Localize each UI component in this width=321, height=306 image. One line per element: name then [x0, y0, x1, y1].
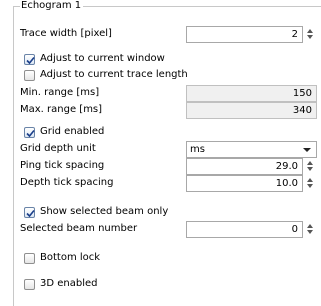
enabled-3d-label: 3D enabled: [40, 278, 98, 289]
spin-down-icon[interactable]: [307, 35, 313, 39]
depth-tick-spinner[interactable]: [306, 175, 316, 191]
adjust-window-checkbox[interactable]: [24, 53, 35, 65]
spin-up-icon[interactable]: [307, 29, 313, 33]
enabled-3d-checkbox-row[interactable]: 3D enabled: [24, 277, 98, 291]
selected-beam-input[interactable]: 0: [186, 221, 303, 238]
spin-down-icon[interactable]: [307, 184, 313, 188]
spin-up-icon[interactable]: [307, 224, 313, 228]
grid-enabled-checkbox[interactable]: [24, 126, 35, 138]
min-range-field: 150: [186, 85, 317, 102]
bottom-lock-checkbox-row[interactable]: Bottom lock: [24, 251, 100, 265]
depth-tick-label: Depth tick spacing: [20, 177, 114, 188]
checkmark-icon: [26, 129, 35, 137]
bottom-lock-checkbox[interactable]: [24, 252, 35, 264]
trace-width-label: Trace width [pixel]: [20, 28, 112, 39]
spin-down-icon[interactable]: [307, 167, 313, 171]
show-selected-beam-checkbox-row[interactable]: Show selected beam only: [24, 205, 168, 219]
adjust-trace-label: Adjust to current trace length: [40, 69, 188, 80]
group-title: Echogram 1: [20, 0, 84, 12]
spin-up-icon[interactable]: [307, 161, 313, 165]
checkmark-icon: [26, 56, 35, 64]
spin-up-icon[interactable]: [307, 178, 313, 182]
show-selected-beam-label: Show selected beam only: [40, 206, 169, 217]
trace-width-spinner[interactable]: [306, 26, 316, 42]
grid-enabled-label: Grid enabled: [40, 126, 105, 137]
ping-tick-input[interactable]: 29.0: [186, 158, 303, 175]
grid-enabled-checkbox-row[interactable]: Grid enabled: [24, 125, 104, 139]
enabled-3d-checkbox[interactable]: [24, 278, 35, 290]
selected-beam-label: Selected beam number: [20, 223, 138, 234]
ping-tick-label: Ping tick spacing: [20, 160, 105, 171]
selected-beam-spinner[interactable]: [306, 221, 316, 237]
trace-width-input[interactable]: 2: [186, 26, 303, 43]
adjust-window-checkbox-row[interactable]: Adjust to current window: [24, 52, 165, 66]
grid-depth-unit-label: Grid depth unit: [20, 143, 96, 154]
bottom-lock-label: Bottom lock: [40, 252, 101, 263]
depth-tick-input[interactable]: 10.0: [186, 175, 303, 192]
adjust-trace-checkbox[interactable]: [24, 69, 35, 81]
min-range-label: Min. range [ms]: [20, 87, 100, 98]
spin-down-icon[interactable]: [307, 230, 313, 234]
adjust-window-label: Adjust to current window: [40, 53, 165, 64]
grid-depth-unit-select[interactable]: ms: [186, 141, 317, 158]
show-selected-beam-checkbox[interactable]: [24, 206, 35, 218]
adjust-trace-checkbox-row[interactable]: Adjust to current trace length: [24, 68, 188, 82]
chevron-down-icon[interactable]: [303, 148, 311, 152]
max-range-label: Max. range [ms]: [20, 104, 103, 115]
grid-depth-unit-value: ms: [190, 144, 205, 155]
max-range-field: 340: [186, 102, 317, 119]
ping-tick-spinner[interactable]: [306, 158, 316, 174]
checkmark-icon: [26, 209, 35, 217]
